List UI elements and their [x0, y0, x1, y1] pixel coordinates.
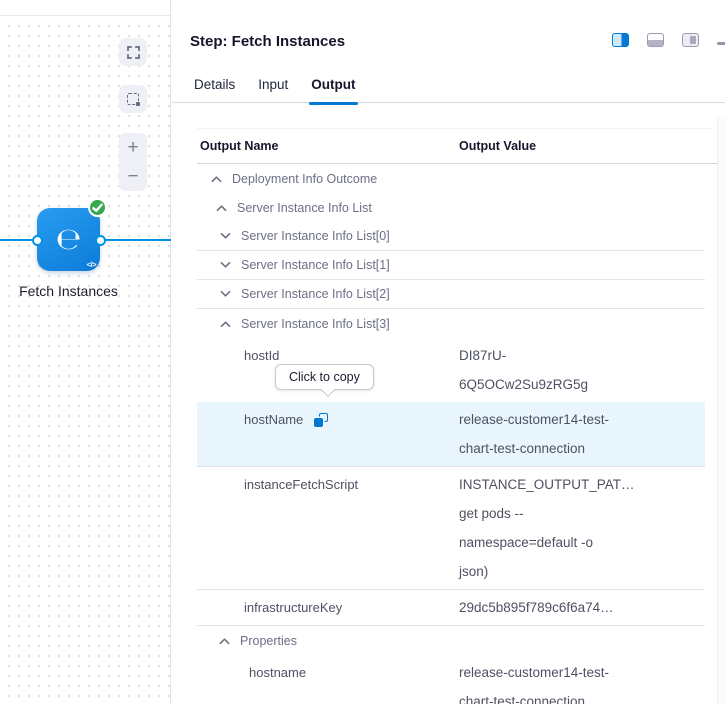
- tab-output[interactable]: Output: [310, 75, 356, 102]
- chevron-up-icon: [211, 175, 222, 183]
- group-label: Properties: [240, 634, 297, 648]
- fullscreen-icon: [127, 46, 140, 59]
- panel-title: Step: Fetch Instances: [190, 33, 345, 50]
- group-label: Server Instance Info List[2]: [241, 287, 390, 301]
- panel-layout-controls: [612, 33, 725, 47]
- code-icon: </>: [87, 260, 96, 269]
- node-label: Fetch Instances: [0, 283, 137, 299]
- chevron-up-icon: [216, 204, 227, 212]
- output-table: Output Name Output Value Deployment Info…: [197, 128, 717, 704]
- scrollbar-track[interactable]: [717, 118, 725, 704]
- output-value: INSTANCE_OUTPUT_PAT… get pods -- namespa…: [459, 470, 664, 586]
- output-row-list-1[interactable]: Server Instance Info List[1]: [197, 251, 705, 280]
- tooltip-text: Click to copy: [289, 370, 360, 384]
- output-row-list-3[interactable]: Server Instance Info List[3]: [197, 309, 717, 338]
- success-check-badge: [88, 198, 107, 217]
- layout-split-vertical-icon[interactable]: [612, 33, 629, 47]
- zoom-out-button[interactable]: −: [119, 162, 147, 191]
- output-row-host-name[interactable]: hostName release-customer14-test- chart-…: [197, 402, 705, 467]
- column-header-output-value: Output Value: [459, 139, 536, 153]
- layout-right-panel-icon[interactable]: [682, 33, 699, 47]
- pipeline-canvas[interactable]: + − ℮ </> Fetch Instances: [0, 0, 171, 704]
- output-key-label: hostname: [249, 658, 306, 687]
- output-row-list-0[interactable]: Server Instance Info List[0]: [197, 222, 705, 251]
- output-row-server-instance-info-list[interactable]: Server Instance Info List: [197, 193, 717, 222]
- canvas-zoom-controls: + −: [119, 133, 147, 191]
- group-label: Server Instance Info List: [237, 201, 372, 215]
- canvas-marquee-select-button[interactable]: [119, 85, 147, 113]
- canvas-dot-grid: [0, 17, 170, 704]
- copy-icon[interactable]: [314, 413, 328, 427]
- output-row-instance-fetch-script: instanceFetchScript INSTANCE_OUTPUT_PAT……: [197, 467, 705, 590]
- group-label: Server Instance Info List[3]: [241, 317, 390, 331]
- chevron-down-icon: [220, 232, 231, 240]
- chevron-up-icon: [220, 320, 231, 328]
- layout-split-horizontal-icon[interactable]: [647, 33, 664, 47]
- panel-tabs: Details Input Output: [172, 75, 725, 103]
- marquee-select-icon: [127, 93, 139, 105]
- output-table-header: Output Name Output Value: [197, 129, 717, 164]
- output-value: release-customer14-test- chart-test-conn…: [459, 658, 664, 704]
- output-row-deployment-info-outcome[interactable]: Deployment Info Outcome: [197, 164, 717, 193]
- step-details-panel: Step: Fetch Instances Details Input Outp…: [172, 0, 725, 704]
- output-row-properties[interactable]: Properties: [197, 626, 717, 655]
- minimize-icon[interactable]: [717, 42, 725, 45]
- group-label: Deployment Info Outcome: [232, 172, 377, 186]
- tab-details[interactable]: Details: [193, 75, 236, 102]
- output-value: release-customer14-test- chart-test-conn…: [459, 405, 664, 463]
- output-key-label: hostName: [244, 405, 328, 434]
- checkmark-icon: [92, 203, 103, 213]
- chevron-down-icon: [220, 261, 231, 269]
- output-key-label: infrastructureKey: [244, 593, 342, 622]
- zoom-in-button[interactable]: +: [119, 133, 147, 162]
- canvas-top-strip: [0, 0, 170, 16]
- click-to-copy-tooltip: Click to copy: [275, 364, 374, 390]
- tab-input[interactable]: Input: [257, 75, 289, 102]
- canvas-fit-view-button[interactable]: [119, 38, 147, 66]
- output-key-label: instanceFetchScript: [244, 470, 358, 499]
- chevron-up-icon: [219, 637, 230, 645]
- node-output-port[interactable]: [95, 235, 106, 246]
- output-row-infrastructure-key: infrastructureKey 29dc5b895f789c6f6a74…: [197, 590, 705, 626]
- output-value: 29dc5b895f789c6f6a74…: [459, 593, 664, 622]
- output-row-hostname: hostname release-customer14-test- chart-…: [197, 655, 717, 704]
- output-row-list-2[interactable]: Server Instance Info List[2]: [197, 280, 705, 309]
- node-input-port[interactable]: [32, 235, 43, 246]
- chevron-down-icon: [220, 290, 231, 298]
- group-label: Server Instance Info List[0]: [241, 229, 390, 243]
- group-label: Server Instance Info List[1]: [241, 258, 390, 272]
- output-value: DI87rU- 6Q5OCw2Su9zRG5g: [459, 341, 664, 399]
- step-node-fetch-instances[interactable]: ℮ </>: [37, 208, 100, 271]
- output-key-label: hostId: [244, 341, 279, 370]
- column-header-output-name: Output Name: [197, 139, 459, 153]
